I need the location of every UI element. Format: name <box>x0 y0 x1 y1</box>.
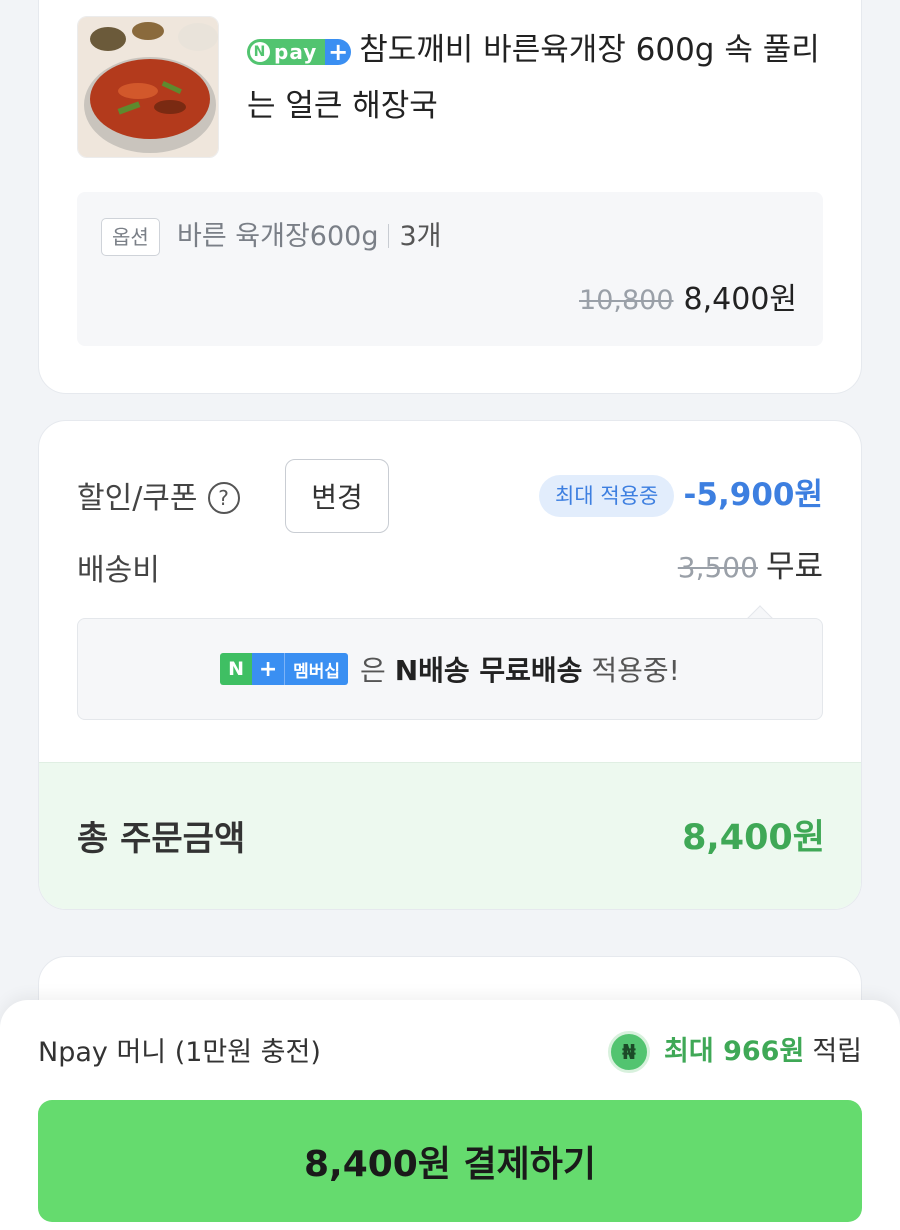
total-row: 총 주문금액 8,400원 <box>39 762 861 909</box>
order-summary-card: 할인/쿠폰? 변경 최대 적용중 -5,900원 배송비 3,500 무료 N +… <box>38 420 862 910</box>
reward-info: ₦ 최대 966원 적립 <box>608 1030 862 1074</box>
npay-plus-badge: Npay + <box>247 38 352 66</box>
shipping-fee: 3,500 무료 <box>678 543 823 592</box>
pay-button[interactable]: 8,400원 결제하기 <box>38 1100 862 1222</box>
n-icon: N <box>220 653 253 685</box>
total-amount: 8,400원 <box>682 818 825 858</box>
product-card: Npay + 참도깨비 바른육개장 600g 속 풀리는 얼큰 해장국 옵션 바른… <box>38 0 862 394</box>
change-coupon-button[interactable]: 변경 <box>285 459 389 533</box>
payment-bottom-sheet: Npay 머니 (1만원 충전) ₦ 최대 966원 적립 8,400원 결제하… <box>0 1000 900 1230</box>
shipping-original-price: 3,500 <box>677 551 758 584</box>
free-shipping-text: N배송 무료배송 <box>394 654 583 687</box>
option-description: 바른 육개장600g 3개 <box>177 218 442 256</box>
plus-icon: + <box>252 653 285 685</box>
original-price: 10,800 <box>579 285 674 316</box>
option-divider <box>388 224 390 248</box>
discount-label: 할인/쿠폰 <box>77 481 198 516</box>
discount-amount: -5,900원 <box>683 477 823 513</box>
total-label: 총 주문금액 <box>77 819 246 859</box>
option-price: 10,800 8,400원 <box>579 278 797 323</box>
shipping-label: 배송비 <box>77 553 160 588</box>
product-title[interactable]: Npay + 참도깨비 바른육개장 600g 속 풀리는 얼큰 해장국 <box>247 22 837 134</box>
reward-amount: 966원 <box>723 1036 805 1067</box>
option-quantity: 3개 <box>399 221 442 252</box>
discount-row: 할인/쿠폰? <box>77 473 240 517</box>
option-box: 옵션 바른 육개장600g 3개 10,800 8,400원 <box>77 192 823 346</box>
npay-n-icon: N <box>250 42 270 62</box>
payment-method[interactable]: Npay 머니 (1만원 충전) <box>38 1032 321 1074</box>
option-tag: 옵션 <box>101 218 160 256</box>
help-icon[interactable]: ? <box>207 482 240 514</box>
sale-price: 8,400원 <box>683 282 797 317</box>
npay-membership-badge: N + 멤버십 <box>220 653 349 685</box>
npay-point-icon: ₦ <box>608 1031 651 1073</box>
max-applied-badge: 최대 적용중 <box>539 475 675 517</box>
membership-notice: N + 멤버십 은 N배송 무료배송 적용중! <box>77 618 823 720</box>
option-name: 바른 육개장600g <box>177 221 379 252</box>
product-thumbnail[interactable] <box>77 16 219 158</box>
shipping-free: 무료 <box>765 549 823 585</box>
plus-icon: + <box>325 38 352 66</box>
